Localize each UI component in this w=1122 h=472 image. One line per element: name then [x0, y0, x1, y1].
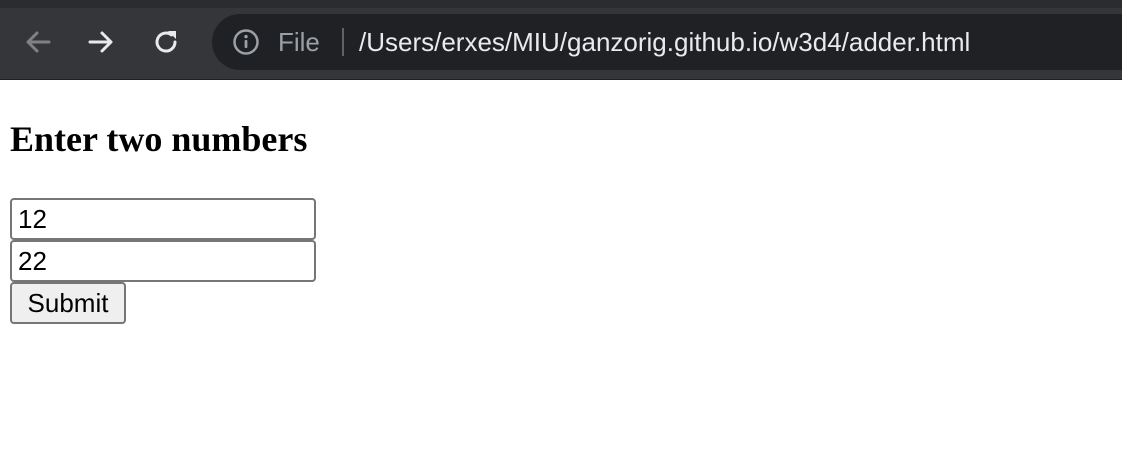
back-button[interactable]: [18, 20, 58, 64]
arrow-left-icon: [26, 31, 51, 53]
tab-strip-edge: [0, 0, 1122, 8]
url-scheme-label: File: [278, 27, 320, 57]
arrow-right-icon: [88, 31, 113, 53]
page-heading: Enter two numbers: [10, 119, 308, 159]
first-number-input[interactable]: [10, 198, 316, 240]
address-bar[interactable]: File /Users/erxes/MIU/ganzorig.github.io…: [212, 14, 1122, 70]
second-number-input[interactable]: [10, 240, 316, 282]
reload-button[interactable]: [146, 20, 186, 64]
forward-button[interactable]: [81, 20, 121, 64]
browser-toolbar: File /Users/erxes/MIU/ganzorig.github.io…: [0, 0, 1122, 80]
page-content: Enter two numbers Submit: [0, 81, 1122, 472]
address-bar-divider: [342, 28, 344, 56]
toolbar-divider: [0, 79, 1122, 80]
info-icon[interactable]: [232, 28, 260, 56]
reload-icon: [155, 31, 177, 53]
submit-button[interactable]: Submit: [10, 282, 126, 324]
url-text[interactable]: /Users/erxes/MIU/ganzorig.github.io/w3d4…: [359, 27, 970, 57]
